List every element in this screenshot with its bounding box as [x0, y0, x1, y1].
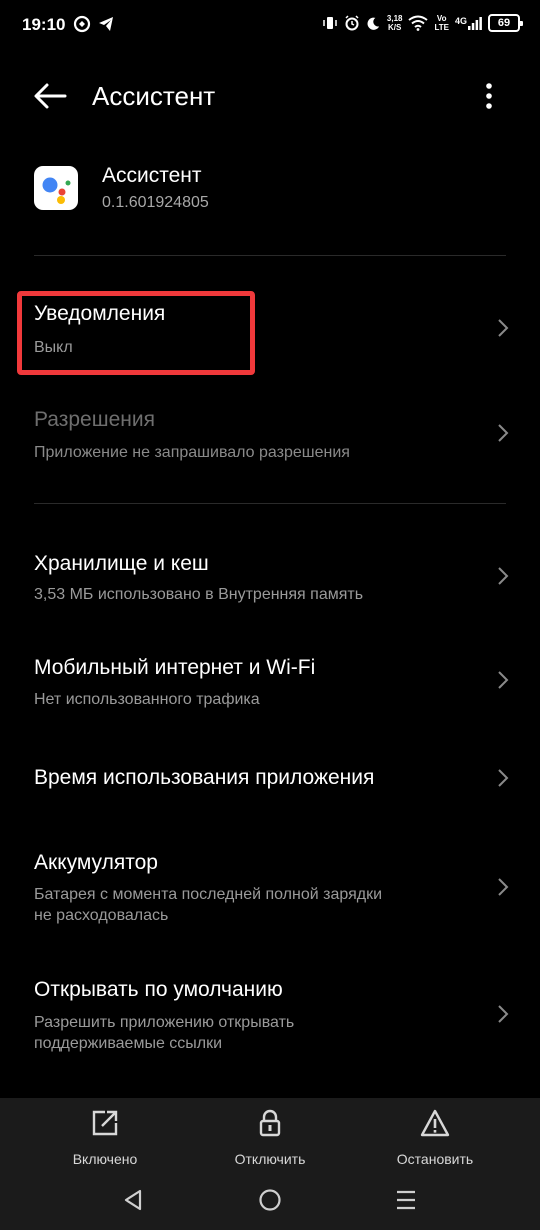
app-name: Ассистент [102, 164, 202, 187]
do-not-disturb-moon-icon [367, 17, 380, 30]
circle-home-icon [259, 1189, 281, 1211]
menu-icon [397, 1190, 415, 1210]
more-vertical-icon [486, 83, 492, 109]
open-external-icon [92, 1110, 118, 1136]
more-options-button[interactable] [474, 76, 504, 116]
telegram-icon [99, 17, 113, 31]
status-time: 19:10 [22, 15, 66, 34]
chevron-right-icon [498, 878, 509, 896]
item-subtitle: Разрешить приложению открывать [34, 1014, 295, 1031]
enabled-label: Включено [72, 1151, 138, 1167]
chevron-right-icon [498, 319, 509, 337]
toolbar: Ассистент [0, 68, 540, 124]
item-title: Разрешения [34, 408, 155, 431]
item-title: Аккумулятор [34, 851, 158, 874]
back-button[interactable] [28, 76, 72, 116]
chevron-right-icon [498, 567, 509, 585]
status-bar: 19:10 3,18 K/S Vo LTE 4G 69 [0, 0, 540, 52]
item-title: Открывать по умолчанию [34, 978, 283, 1001]
battery-item[interactable]: Аккумулятор Батарея с момента последней … [0, 847, 540, 933]
alarm-icon [345, 15, 359, 31]
disable-button[interactable]: Отключить [200, 1108, 340, 1168]
mobile-data-item[interactable]: Мобильный интернет и Wi-Fi Нет использов… [0, 652, 540, 716]
item-title: Время использования приложения [34, 766, 375, 789]
lock-icon [259, 1109, 281, 1137]
item-subtitle: не расходовалась [34, 907, 169, 924]
vibrate-icon [323, 17, 337, 29]
network-type: 4G [454, 16, 467, 26]
triangle-back-icon [124, 1189, 142, 1211]
nav-menu-button[interactable] [386, 1184, 426, 1216]
item-subtitle: Приложение не запрашивало разрешения [34, 444, 350, 461]
divider [34, 255, 506, 256]
signal-icon [468, 17, 482, 30]
assistant-app-icon [34, 166, 78, 210]
item-subtitle: 3,53 МБ использовано в Внутренняя память [34, 586, 364, 603]
open-by-default-item[interactable]: Открывать по умолчанию Разрешить приложе… [0, 974, 540, 1060]
stop-button[interactable]: Остановить [365, 1108, 505, 1168]
volte-indicator: Vo LTE [434, 14, 449, 32]
storage-item[interactable]: Хранилище и кеш 3,53 МБ использовано в В… [0, 548, 540, 612]
item-title: Хранилище и кеш [34, 552, 209, 575]
battery-indicator: 69 [488, 14, 523, 32]
chevron-right-icon [498, 1005, 509, 1023]
item-subtitle: поддерживаемые ссылки [34, 1035, 223, 1052]
app-header: Ассистент 0.1.601924805 [34, 158, 514, 228]
wifi-icon [408, 15, 429, 31]
app-version: 0.1.601924805 [102, 194, 209, 211]
nav-back-button[interactable] [113, 1184, 153, 1216]
stop-label: Остановить [396, 1151, 474, 1167]
system-navigation-bar [0, 1170, 540, 1230]
disable-label: Отключить [234, 1151, 306, 1167]
enabled-button[interactable]: Включено [35, 1108, 175, 1168]
usage-time-item[interactable]: Время использования приложения [0, 758, 540, 802]
chevron-right-icon [498, 671, 509, 689]
nav-home-button[interactable] [250, 1184, 290, 1216]
item-title: Мобильный интернет и Wi-Fi [34, 656, 316, 679]
arrow-back-icon [34, 83, 67, 109]
divider [34, 503, 506, 504]
bottom-action-bar: Включено Отключить Остановить [0, 1098, 540, 1170]
network-speed: 3,18 K/S [386, 14, 403, 32]
notification-app-icon [73, 15, 91, 33]
chevron-right-icon [498, 424, 509, 442]
item-subtitle: Батарея с момента последней полной заряд… [34, 886, 383, 903]
permissions-item[interactable]: Разрешения Приложение не запрашивало раз… [0, 404, 540, 470]
highlight-box [17, 291, 255, 375]
warning-icon [420, 1109, 450, 1137]
item-subtitle: Нет использованного трафика [34, 691, 260, 708]
page-title: Ассистент [92, 81, 216, 111]
chevron-right-icon [498, 769, 509, 787]
